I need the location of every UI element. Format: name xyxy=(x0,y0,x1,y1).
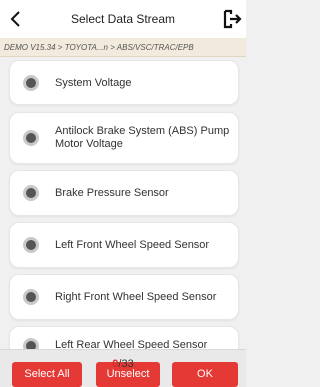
radio-button[interactable] xyxy=(23,289,39,305)
list-item[interactable]: Brake Pressure Sensor xyxy=(9,170,239,216)
ok-button[interactable]: OK xyxy=(172,362,238,387)
list-item-label: System Voltage xyxy=(55,77,132,89)
list-item[interactable]: System Voltage xyxy=(9,60,239,105)
list-item-label: Antilock Brake System (ABS) Pump Motor V… xyxy=(55,125,230,150)
radio-button[interactable] xyxy=(23,237,39,253)
list-item[interactable]: Left Rear Wheel Speed Sensor xyxy=(9,326,239,349)
radio-button[interactable] xyxy=(23,75,39,91)
list-item-label: Left Front Wheel Speed Sensor xyxy=(55,239,210,251)
list-item-label: Brake Pressure Sensor xyxy=(55,187,169,199)
data-stream-list[interactable]: System Voltage Antilock Brake System (AB… xyxy=(0,57,246,349)
footer-toolbar: Select All Unselect OK xyxy=(0,349,246,387)
list-item-label: Left Rear Wheel Speed Sensor xyxy=(55,339,208,349)
radio-button[interactable] xyxy=(23,185,39,201)
select-all-button[interactable]: Select All xyxy=(12,362,82,387)
back-arrow-icon[interactable] xyxy=(6,9,26,29)
exit-icon[interactable] xyxy=(222,9,242,29)
header-bar: Select Data Stream xyxy=(0,0,246,38)
list-item[interactable]: Antilock Brake System (ABS) Pump Motor V… xyxy=(9,112,239,164)
radio-button[interactable] xyxy=(23,338,39,349)
list-item[interactable]: Right Front Wheel Speed Sensor xyxy=(9,274,239,320)
unselect-button[interactable]: Unselect xyxy=(96,362,160,387)
radio-button[interactable] xyxy=(23,130,39,146)
page-title: Select Data Stream xyxy=(70,12,176,26)
list-item-label: Right Front Wheel Speed Sensor xyxy=(55,291,217,303)
list-item[interactable]: Left Front Wheel Speed Sensor xyxy=(9,222,239,268)
breadcrumb: DEMO V15.34 > TOYOTA...n > ABS/VSC/TRAC/… xyxy=(0,38,246,57)
